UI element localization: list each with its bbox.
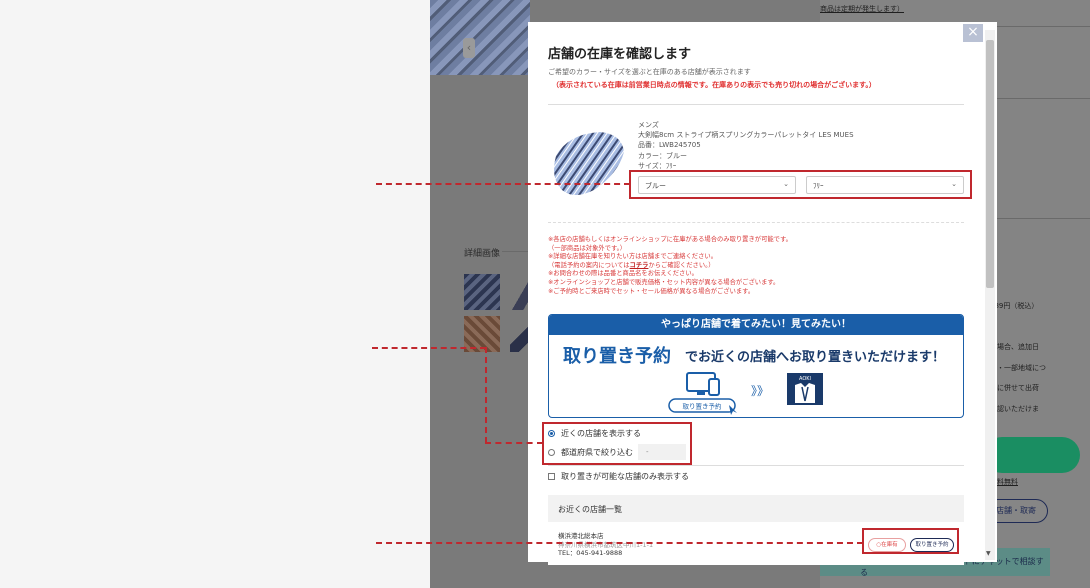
price-text: 389円（税込） [990,302,1039,310]
left-blank-area [0,0,430,588]
stock-warning: （表示されている在庫は前営業日時点の情報です。在庫ありの表示でも売り切れの場合が… [552,81,876,89]
store-phone: TEL：045-941-9888 [558,549,623,557]
banner-illustration: 取り置き予約 》》 AOKI [668,372,823,415]
detail-images-label: 詳細画像 [464,249,501,259]
highlight-box-store-buttons [862,528,959,554]
background-tie-image [430,0,530,75]
highlight-box-selects [629,170,972,199]
note-line: ※ご予約時とご来店時でセット・セール価格が異なる場合がございます。 [548,287,755,295]
banner-sub-text: でお近くの店舗へお取り置きいただけます！ [685,350,946,365]
side-text: い・一部地域につ [990,364,1046,372]
product-category: メンズ [638,121,659,129]
product-tie-image [554,132,624,195]
add-to-cart-button[interactable] [984,437,1080,473]
computer-icon [686,372,720,396]
product-name: 大剣幅8cm ストライプ柄スプリングカラーパレットタイ LES MUES [638,131,854,140]
checkbox[interactable] [548,473,555,480]
note-text: からご確認ください。） [648,261,715,269]
annotation-line [485,347,487,443]
divider [548,222,964,223]
banner-heading: やっぱり店舗で着てみたい！見てみたい！ [549,315,963,335]
note-line: ※オンラインショップと店舗で販売価格・セット内容が異なる場合がございます。 [548,278,780,286]
side-text: た場合、追加日 [990,343,1039,351]
brand-label: AOKI [799,376,811,382]
reserve-pill-label: 取り置き予約 [683,402,723,411]
product-code: 品番：LWB245705 [638,141,701,150]
divider [502,251,530,252]
arrows-icon: 》》 [751,384,769,398]
annotation-line [485,442,543,444]
side-text: 品に併せて出荷 [990,384,1039,392]
highlight-box-radios [542,422,692,465]
close-icon[interactable]: × [963,24,983,42]
side-text: 確認いただけま [990,405,1039,413]
note-line: ※各店の店舗もしくはオンラインショップに在庫がある場合のみ取り置きが可能です。 [548,236,792,243]
scroll-down-arrow-icon[interactable]: ▼ [986,550,991,557]
annotation-line [376,542,863,544]
banner-main-text: 取り置き予約 [563,346,671,367]
note-text: （電話予約の案内については [548,261,630,269]
scrollbar-thumb[interactable] [986,40,994,288]
product-color: カラー：ブルー [638,151,687,160]
annotation-line [372,347,486,349]
reservable-only-checkbox[interactable]: 取り置きが可能な店舗のみ表示する [548,471,689,482]
note-line: ※お問合わせの際は品番と商品名をお伝えください。 [548,270,698,278]
notes-link[interactable]: コチラ [630,262,649,269]
product-info: メンズ 大剣幅8cm ストライプ柄スプリングカラーパレットタイ LES MUES… [638,120,854,171]
annotation-line [376,183,630,185]
modal-subtitle: ご希望のカラー・サイズを選ぶと在庫のある店舗が表示されます [548,68,751,76]
chevron-left-icon: ‹ [463,38,475,58]
store-icon: AOKI [787,373,823,405]
reservation-banner[interactable]: やっぱり店舗で着てみたい！見てみたい！ 取り置き予約 でお近くの店舗へお取り置き… [548,314,964,418]
divider [548,104,964,105]
store-list-heading: お近くの店舗一覧 [548,495,964,522]
thumbnail-image [464,274,500,310]
divider [548,465,964,466]
notes-list: ※各店の店舗もしくはオンラインショップに在庫がある場合のみ取り置きが可能です。 … [548,236,792,296]
note-line: ※詳細な店舗在庫を知りたい方は店舗までご連絡ください。 [548,253,717,261]
note-line: （一部商品は対象外です。） [548,244,627,252]
reservable-only-label: 取り置きが可能な店舗のみ表示する [561,472,689,481]
background-link: 商品は定期が発生します） [820,5,904,13]
modal-title: 店舗の在庫を確認します [548,47,692,62]
